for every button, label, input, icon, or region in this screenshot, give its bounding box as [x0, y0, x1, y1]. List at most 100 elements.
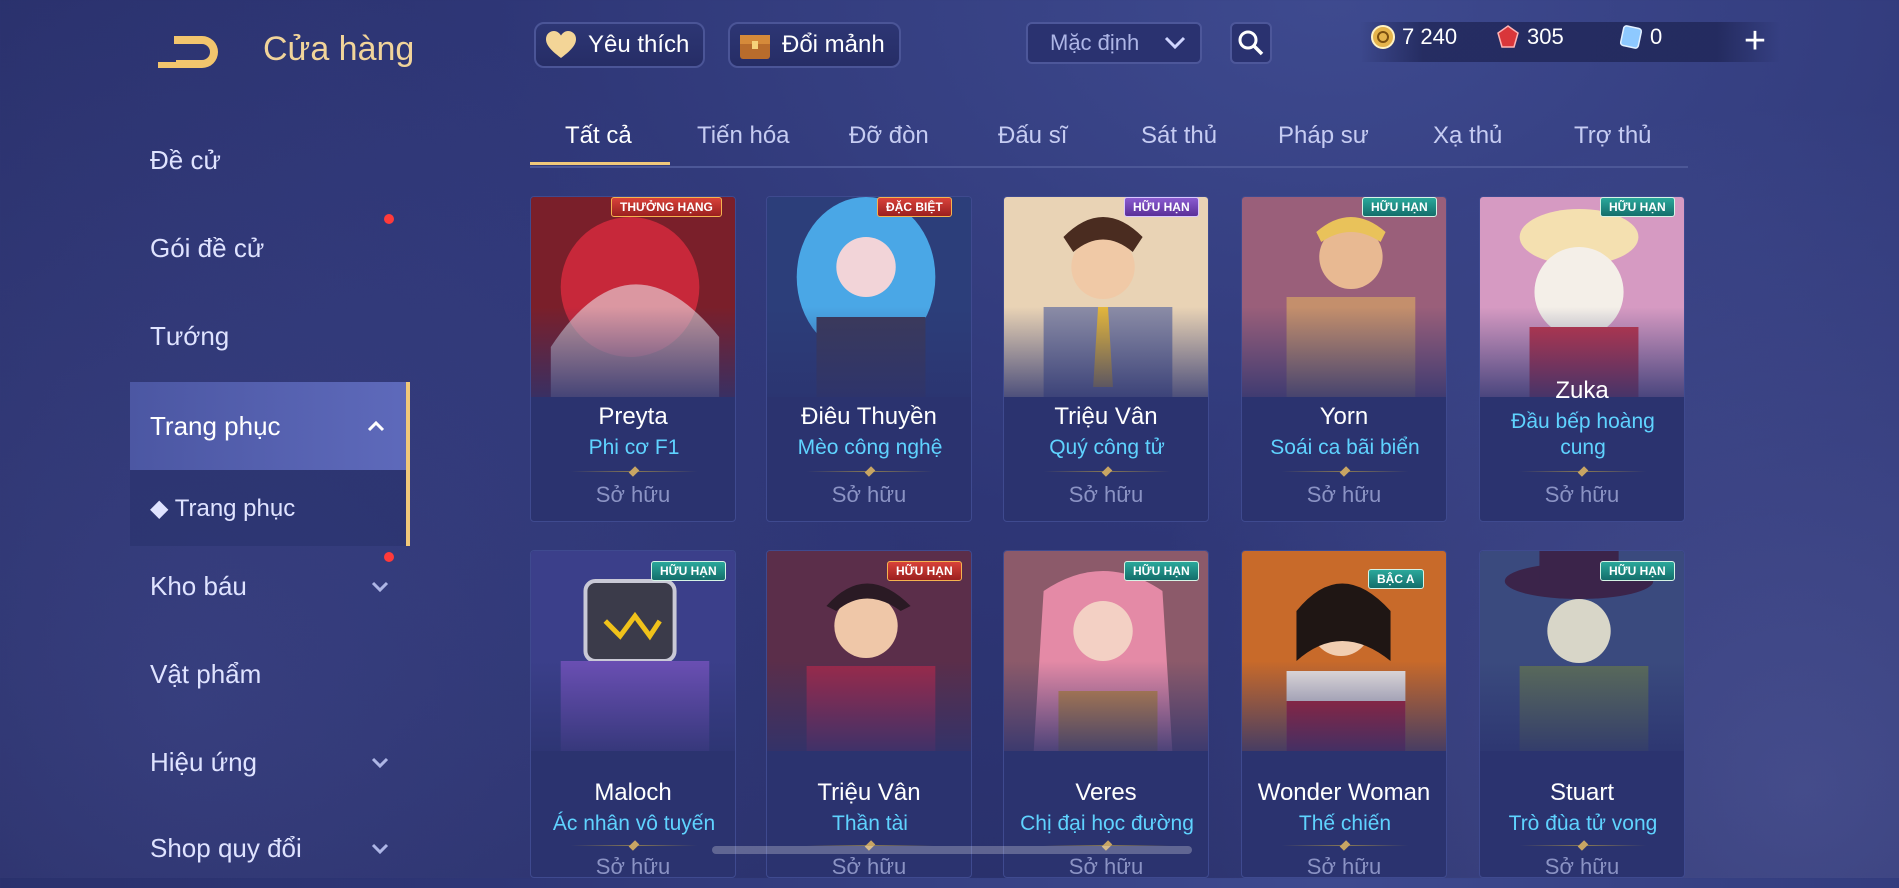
voucher-icon — [1619, 25, 1643, 49]
sidebar-item-recommended[interactable]: Đề cử — [130, 120, 410, 200]
skin-card[interactable]: BẬC A Wonder Woman Thế chiến Sở hữu — [1241, 550, 1447, 878]
sidebar-item-label: Kho báu — [150, 570, 247, 601]
divider — [1520, 845, 1646, 846]
add-currency-button[interactable]: + — [1735, 22, 1775, 62]
skin-name: Trò đùa tử vong — [1508, 812, 1658, 835]
hero-name: Maloch — [594, 779, 672, 806]
sidebar-item-effects[interactable]: Hiệu ứng — [130, 722, 410, 802]
hero-name: Điêu Thuyền — [801, 403, 937, 430]
artwork-fade — [531, 661, 735, 771]
ownership-status: Sở hữu — [1306, 482, 1382, 507]
skin-name: Ác nhân vô tuyến — [552, 812, 716, 835]
tab-fighter[interactable]: Đấu sĩ — [998, 122, 1067, 150]
back-button[interactable] — [150, 28, 230, 74]
divider — [1044, 471, 1170, 472]
sidebar-item-recommended-packs[interactable]: Gói đề cử — [130, 208, 410, 288]
skin-card[interactable]: HỮU HẠN Triệu Vân Thần tài Sở hữu — [766, 550, 972, 878]
divider — [571, 471, 697, 472]
exchange-shards-button[interactable]: Đổi mảnh — [728, 22, 901, 68]
artwork-fade — [1242, 661, 1446, 771]
hero-name: Triệu Vân — [1054, 403, 1158, 430]
skin-card[interactable]: HỮU HẠN Triệu Vân Quý công tử Sở hữu — [1003, 196, 1209, 522]
divider — [1520, 471, 1646, 472]
voucher-counter: 0 — [1618, 24, 1662, 50]
ownership-status: Sở hữu — [595, 854, 671, 878]
sidebar-subitem-label: ◆ Trang phục — [150, 494, 296, 522]
favorite-label: Yêu thích — [588, 31, 690, 58]
sidebar-item-label: Trang phục — [150, 410, 281, 441]
skin-card[interactable]: HỮU HẠN Veres Chị đại học đường Sở hữu — [1003, 550, 1209, 878]
gem-counter: 305 — [1495, 24, 1564, 50]
gold-value: 7 240 — [1402, 24, 1458, 49]
skin-name: Chị đại học đường — [1020, 812, 1194, 835]
rarity-badge: BẬC A — [1368, 569, 1424, 589]
sidebar-item-skins[interactable]: Trang phục — [130, 382, 410, 470]
hero-name: Zuka — [1555, 377, 1609, 404]
sidebar-item-treasure[interactable]: Kho báu — [130, 546, 410, 626]
sidebar-item-label: Tướng — [150, 320, 230, 351]
sort-dropdown[interactable]: Mặc định — [1026, 22, 1202, 64]
artwork-fade — [1004, 307, 1208, 417]
chest-icon — [736, 29, 774, 61]
artwork-fade — [767, 661, 971, 771]
ownership-status: Sở hữu — [1068, 482, 1144, 507]
search-button[interactable] — [1230, 22, 1272, 64]
sidebar-item-heroes[interactable]: Tướng — [130, 296, 410, 376]
sidebar-item-label: Đề cử — [150, 144, 221, 175]
tab-tank[interactable]: Đỡ đòn — [849, 122, 929, 150]
rarity-badge: HỮU HẠN — [1362, 197, 1437, 217]
tab-evolution[interactable]: Tiến hóa — [697, 122, 790, 150]
rarity-badge: ĐẶC BIỆT — [877, 197, 952, 217]
skin-card[interactable]: HỮU HẠN Stuart Trò đùa tử vong Sở hữu — [1479, 550, 1685, 878]
rarity-badge: HỮU HẠN — [651, 561, 726, 581]
heart-icon — [542, 29, 580, 61]
sidebar-subitem-skins[interactable]: ◆ Trang phục — [130, 470, 410, 546]
skin-name: Soái ca bãi biển — [1270, 436, 1420, 459]
chevron-up-icon — [367, 420, 385, 432]
skin-name: Mèo công nghệ — [797, 436, 943, 459]
sort-selected-value: Mặc định — [1050, 30, 1140, 55]
chevron-down-icon — [371, 843, 389, 855]
ruby-gem-icon — [1497, 25, 1519, 48]
tab-mage[interactable]: Pháp sư — [1278, 122, 1369, 150]
artwork-fade — [1480, 661, 1684, 771]
skin-name: Quý công tử — [1049, 436, 1165, 459]
tab-support[interactable]: Trợ thủ — [1574, 122, 1652, 150]
sidebar-item-items[interactable]: Vật phẩm — [130, 634, 410, 714]
skin-name: Thế chiến — [1298, 812, 1392, 835]
artwork-fade — [531, 307, 735, 417]
skin-card[interactable]: HỮU HẠN Zuka Đầu bếp hoàng cung Sở hữu — [1479, 196, 1685, 522]
rarity-badge: HỮU HẠN — [887, 561, 962, 581]
rarity-badge: HỮU HẠN — [1600, 197, 1675, 217]
sidebar-item-label: Gói đề cử — [150, 232, 265, 263]
divider — [1282, 845, 1408, 846]
hero-name: Stuart — [1549, 779, 1615, 806]
skin-card[interactable]: HỮU HẠN Maloch Ác nhân vô tuyến Sở hữu — [530, 550, 736, 878]
chevron-down-icon — [1164, 36, 1186, 50]
skin-card[interactable]: HỮU HẠN Yorn Soái ca bãi biển Sở hữu — [1241, 196, 1447, 522]
hero-name: Yorn — [1319, 403, 1369, 430]
sidebar-subitem-text: Trang phục — [174, 494, 296, 522]
rarity-badge: THƯỞNG HẠNG — [611, 197, 722, 217]
tab-marksman[interactable]: Xạ thủ — [1433, 122, 1502, 150]
ownership-status: Sở hữu — [1544, 854, 1620, 878]
rarity-badge: HỮU HẠN — [1124, 197, 1199, 217]
horizontal-scrollbar[interactable] — [712, 846, 1192, 854]
sidebar-item-exchange-shop[interactable]: Shop quy đổi — [130, 808, 410, 888]
gem-value: 305 — [1527, 24, 1564, 49]
skin-card[interactable]: THƯỞNG HẠNG Preyta Phi cơ F1 Sở hữu — [530, 196, 736, 522]
artwork-fade — [1242, 307, 1446, 417]
tab-assassin[interactable]: Sát thủ — [1141, 122, 1217, 150]
chevron-down-icon — [371, 757, 389, 769]
artwork-fade — [767, 307, 971, 417]
sidebar-item-label: Hiệu ứng — [150, 746, 258, 777]
skin-name: Đầu bếp hoàng cung — [1511, 410, 1655, 459]
back-arrow-icon — [158, 36, 218, 68]
skin-card[interactable]: ĐẶC BIỆT Điêu Thuyền Mèo công nghệ Sở hữ… — [766, 196, 972, 522]
favorite-button[interactable]: Yêu thích — [534, 22, 706, 68]
skin-name: Phi cơ F1 — [588, 436, 680, 459]
tab-all[interactable]: Tất cả — [565, 122, 632, 150]
search-icon — [1238, 30, 1264, 56]
divider — [571, 845, 697, 846]
ownership-status: Sở hữu — [831, 854, 907, 878]
